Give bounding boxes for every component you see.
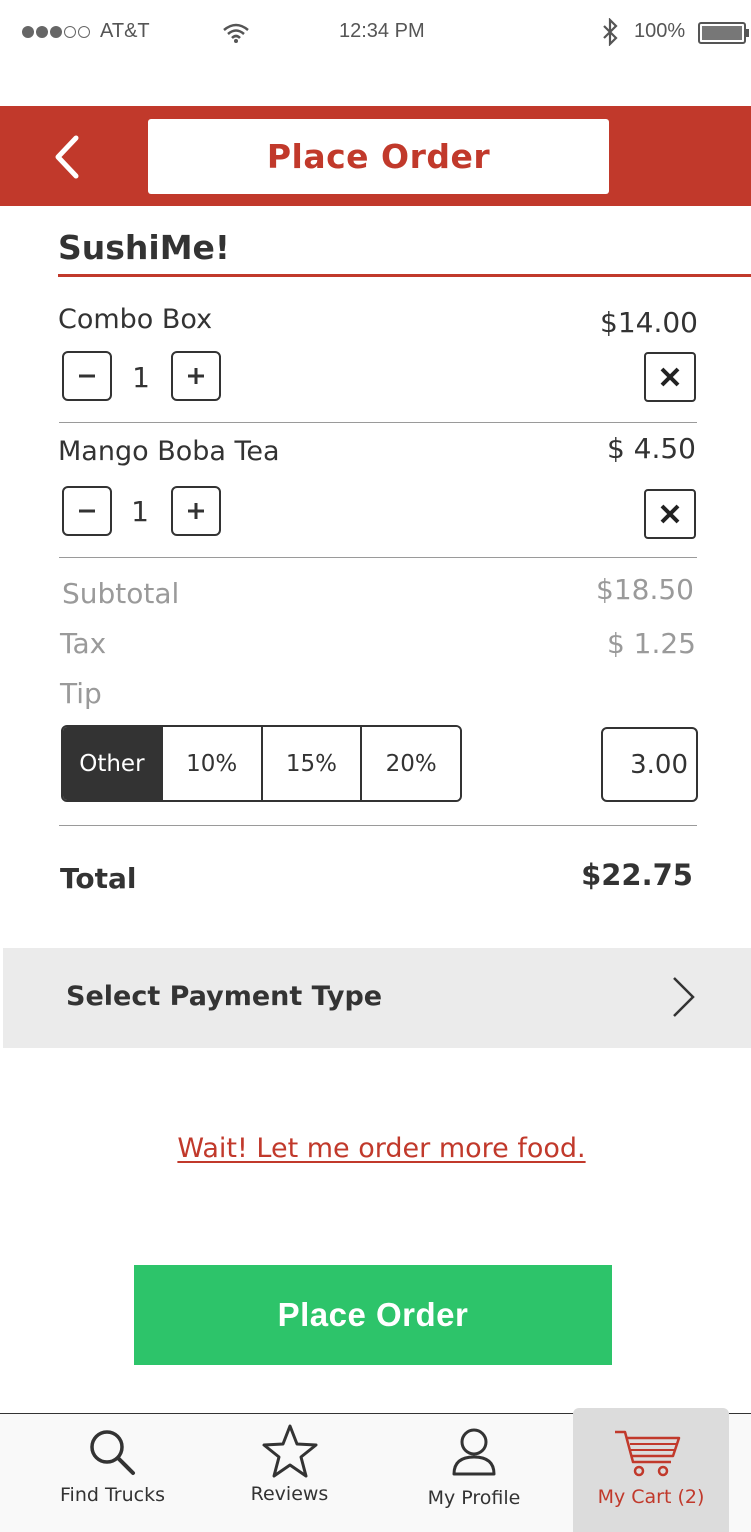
remove-item-button[interactable] [644,352,696,402]
plus-icon [188,368,204,384]
carrier-label: AT&T [100,20,150,42]
plus-icon [188,503,204,519]
cart-icon [615,1430,681,1477]
close-icon [660,367,680,387]
tip-option-other[interactable]: Other [63,727,161,800]
item-name: Mango Boba Tea [58,436,280,467]
subtotal-value: $18.50 [596,573,694,606]
item-quantity: 1 [132,361,150,394]
tip-option-20[interactable]: 20% [360,727,460,800]
tab-label: Find Trucks [60,1484,165,1506]
item-divider [59,422,697,423]
minus-icon [79,374,95,378]
star-icon [262,1424,318,1478]
search-icon [90,1430,135,1475]
tip-label: Tip [60,677,102,710]
chevron-right-icon [673,977,695,1017]
decrease-quantity-button[interactable] [62,486,112,536]
close-icon [660,504,680,524]
item-price: $ 4.50 [606,432,696,465]
tax-value: $ 1.25 [606,627,696,660]
total-label: Total [60,862,137,895]
status-bar: AT&T 12:34 PM 100% [0,0,751,64]
tab-my-cart[interactable]: My Cart (2) [573,1408,729,1532]
increase-quantity-button[interactable] [171,486,221,536]
tip-option-10[interactable]: 10% [160,727,261,800]
tip-selector: Other 10% 15% 20% [61,725,462,802]
subtotal-label: Subtotal [62,577,180,610]
tab-my-profile[interactable]: My Profile [405,1413,543,1532]
tab-label: My Profile [427,1487,521,1509]
back-arrow-icon[interactable] [48,132,88,182]
signal-icon [22,26,92,38]
tab-label: Reviews [250,1483,329,1505]
page-title: Place Order [148,119,609,194]
item-quantity: 1 [131,495,149,528]
bluetooth-icon [603,18,618,46]
tab-find-trucks[interactable]: Find Trucks [40,1413,185,1532]
restaurant-name: SushiMe! [58,228,230,267]
item-divider [59,557,697,558]
place-order-button[interactable]: Place Order [134,1265,612,1365]
remove-item-button[interactable] [644,489,696,539]
decrease-quantity-button[interactable] [62,351,112,401]
order-more-link[interactable]: Wait! Let me order more food. [0,1133,751,1164]
tab-reviews[interactable]: Reviews [222,1413,357,1532]
battery-icon [698,22,749,44]
increase-quantity-button[interactable] [171,351,221,401]
item-name: Combo Box [58,304,213,335]
tip-option-15[interactable]: 15% [260,727,361,800]
clock-label: 12:34 PM [339,20,425,42]
battery-label: 100% [634,20,686,42]
select-payment-label: Select Payment Type [66,981,383,1012]
tip-amount-input[interactable] [601,727,698,802]
tab-label: My Cart (2) [597,1486,705,1508]
user-icon [452,1428,496,1476]
minus-icon [79,509,95,513]
wifi-icon [223,23,249,43]
item-price: $14.00 [600,306,698,339]
restaurant-divider [58,274,751,277]
summary-divider [59,825,697,826]
tax-label: Tax [60,627,107,660]
total-value: $22.75 [581,858,693,892]
